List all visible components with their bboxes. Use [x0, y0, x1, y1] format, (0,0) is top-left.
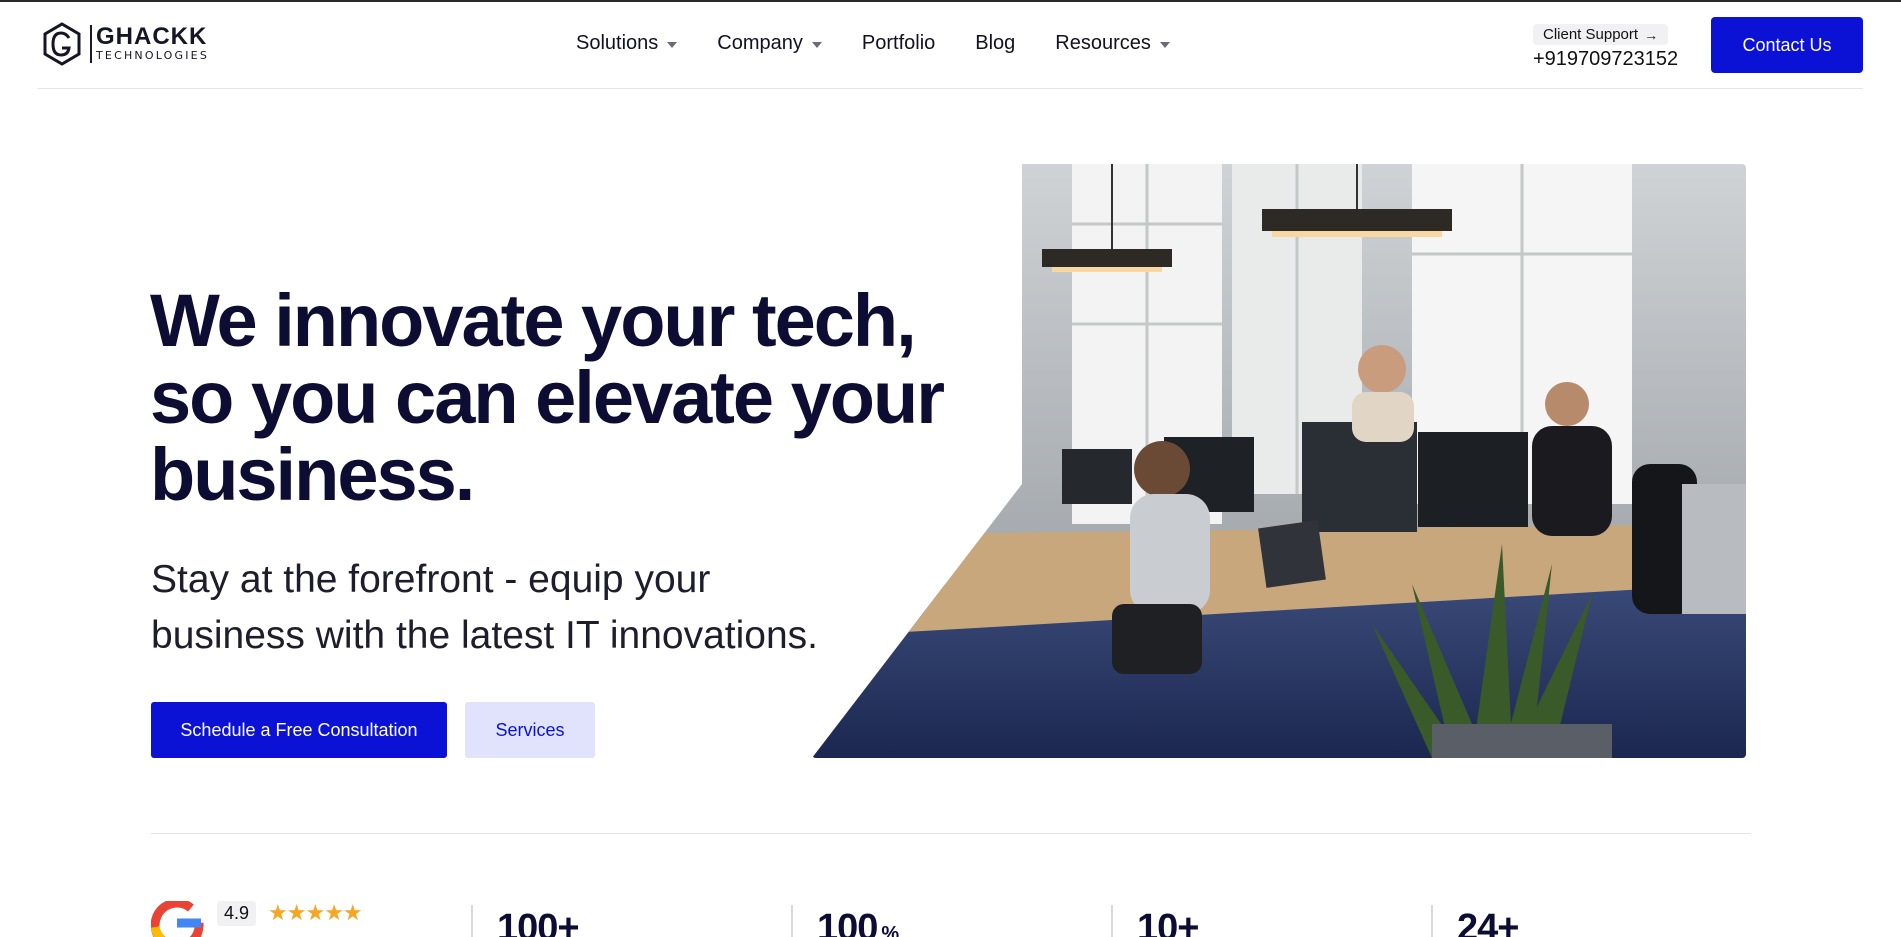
- schedule-consultation-button[interactable]: Schedule a Free Consultation: [151, 702, 447, 758]
- arrow-right-icon: →: [1644, 26, 1659, 43]
- stats-bar: 4.9 ★★★★★ 100+ 100% 10+ 24+: [151, 895, 1751, 937]
- client-support-label: Client Support: [1543, 26, 1639, 43]
- brand-name: GHACKK: [96, 23, 208, 50]
- chevron-down-icon: [811, 41, 822, 48]
- hero-subtitle-line: business with the latest IT innovations.: [151, 614, 818, 657]
- stat-value: 10+: [1137, 907, 1199, 937]
- stat-unit: %: [881, 923, 899, 937]
- section-divider: [151, 833, 1751, 834]
- logo-hex-icon: [43, 22, 81, 66]
- stat-item: 100%: [791, 905, 899, 937]
- chevron-down-icon: [667, 41, 678, 48]
- stat-item: 100+: [471, 905, 580, 937]
- nav-resources-label: Resources: [1055, 32, 1151, 54]
- google-rating: 4.9 ★★★★★: [151, 900, 363, 937]
- nav-blog-label: Blog: [975, 32, 1016, 54]
- nav-solutions-label: Solutions: [576, 32, 659, 54]
- support-phone[interactable]: +919709723152: [1533, 48, 1678, 71]
- nav-portfolio[interactable]: Portfolio: [862, 32, 935, 55]
- nav-blog[interactable]: Blog: [975, 32, 1015, 55]
- rating-score: 4.9: [217, 901, 257, 926]
- brand-logo[interactable]: GHACKK TECHNOLOGIES: [42, 22, 209, 66]
- hero-subtitle: Stay at the forefront - equip your busin…: [151, 552, 851, 664]
- services-button[interactable]: Services: [465, 702, 595, 758]
- brand-tagline: TECHNOLOGIES: [96, 49, 210, 62]
- main-nav: Solutions Company Portfolio Blog Resourc…: [576, 32, 1210, 55]
- nav-solutions[interactable]: Solutions: [576, 32, 678, 55]
- chevron-down-icon: [1159, 41, 1170, 48]
- google-icon: [151, 901, 204, 937]
- stat-item: 10+: [1111, 905, 1199, 937]
- stat-item: 24+: [1431, 905, 1519, 937]
- contact-us-button[interactable]: Contact Us: [1711, 17, 1863, 73]
- client-support-link[interactable]: Client Support →: [1533, 24, 1669, 45]
- nav-company-label: Company: [717, 32, 803, 54]
- nav-portfolio-label: Portfolio: [861, 32, 936, 54]
- hero-subtitle-line: Stay at the forefront - equip your: [151, 558, 711, 601]
- client-support: Client Support → +919709723152: [1533, 24, 1678, 71]
- nav-company[interactable]: Company: [717, 32, 822, 55]
- star-rating-icons: ★★★★★: [268, 900, 363, 925]
- hero-office-photo: [812, 164, 1746, 758]
- site-header: GHACKK TECHNOLOGIES Solutions Company Po…: [38, 2, 1863, 89]
- stat-value: 100: [817, 907, 878, 937]
- stat-value: 24+: [1457, 907, 1519, 937]
- stat-value: 100+: [497, 907, 580, 937]
- nav-resources[interactable]: Resources: [1055, 32, 1170, 55]
